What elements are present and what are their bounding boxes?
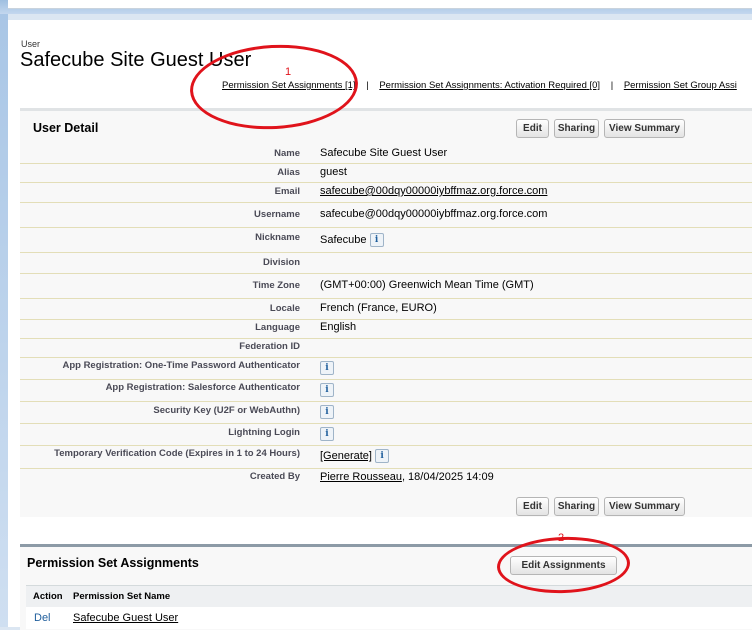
psa-title: Permission Set Assignments (27, 556, 199, 570)
created-by-link[interactable]: Pierre Rousseau (320, 471, 402, 483)
link-psa-activation-required[interactable]: Permission Set Assignments: Activation R… (379, 80, 600, 91)
field-row-otp-authenticator: App Registration: One-Time Password Auth… (20, 358, 752, 380)
field-value: guest (320, 166, 347, 178)
field-row-time-zone: Time Zone (GMT+00:00) Greenwich Mean Tim… (20, 274, 752, 299)
column-header: Permission Set Name (73, 591, 171, 602)
edit-button-bottom[interactable]: Edit (516, 497, 549, 516)
sharing-button-bottom[interactable]: Sharing (554, 497, 599, 516)
field-row-security-key: Security Key (U2F or WebAuthn) i (20, 402, 752, 424)
field-row-lightning-login: Lightning Login i (20, 424, 752, 446)
field-value: i (320, 405, 334, 419)
field-label: Security Key (U2F or WebAuthn) (153, 405, 300, 416)
field-label: Nickname (255, 232, 300, 243)
field-row-email: Email safecube@00dqy00000iybffmaz.org.fo… (20, 183, 752, 203)
sharing-button[interactable]: Sharing (554, 119, 599, 138)
edit-button[interactable]: Edit (516, 119, 549, 138)
view-summary-button[interactable]: View Summary (604, 119, 685, 138)
field-row-created-by: Created By Pierre Rousseau, 18/04/2025 1… (20, 469, 752, 489)
annotation-number-2: 2 (558, 532, 565, 544)
info-icon[interactable]: i (320, 383, 334, 397)
field-value: [Generate] i (320, 449, 390, 463)
top-bar (8, 0, 752, 9)
field-value: French (France, EURO) (320, 302, 437, 314)
field-value: Safecube Site Guest User (320, 147, 448, 159)
field-value: (GMT+00:00) Greenwich Mean Time (GMT) (320, 279, 534, 291)
email-link[interactable]: safecube@00dqy00000iybffmaz.org.force.co… (320, 185, 547, 197)
info-icon[interactable]: i (369, 233, 384, 247)
table-row: Del Safecube Guest User (26, 607, 752, 629)
field-value: Safecube i (320, 233, 384, 247)
info-icon[interactable]: i (375, 449, 390, 463)
field-label: Name (274, 148, 300, 159)
side-background (0, 14, 8, 627)
info-icon[interactable]: i (320, 427, 334, 441)
field-value: i (320, 427, 334, 441)
field-label: App Registration: One-Time Password Auth… (62, 360, 300, 371)
field-label: Lightning Login (228, 427, 300, 438)
field-value: Pierre Rousseau, 18/04/2025 14:09 (320, 471, 494, 483)
info-icon[interactable]: i (320, 361, 334, 375)
field-value: safecube@00dqy00000iybffmaz.org.force.co… (320, 208, 548, 220)
field-row-federation-id: Federation ID (20, 339, 752, 358)
field-row-alias: Alias guest (20, 164, 752, 183)
link-permission-set-group-assignments[interactable]: Permission Set Group Assi (624, 80, 737, 91)
field-value: safecube@00dqy00000iybffmaz.org.force.co… (320, 185, 547, 197)
permission-set-link[interactable]: Safecube Guest User (73, 612, 178, 624)
field-label: Temporary Verification Code (Expires in … (54, 448, 300, 459)
field-label: Time Zone (252, 280, 300, 291)
field-label: App Registration: Salesforce Authenticat… (105, 382, 300, 393)
permission-set-assignments-section: Permission Set Assignments Edit Assignme… (20, 544, 752, 630)
field-row-division: Division (20, 253, 752, 274)
field-row-locale: Locale French (France, EURO) (20, 299, 752, 320)
page-title: Safecube Site Guest User (20, 49, 252, 71)
edit-assignments-button[interactable]: Edit Assignments (510, 556, 617, 575)
field-row-salesforce-authenticator: App Registration: Salesforce Authenticat… (20, 380, 752, 402)
field-value: i (320, 361, 334, 375)
column-header: Action (33, 591, 63, 602)
field-label: Created By (249, 471, 300, 482)
field-label: Email (274, 186, 300, 197)
info-icon[interactable]: i (320, 405, 334, 419)
field-label: Locale (269, 303, 300, 314)
link-permission-set-assignments[interactable]: Permission Set Assignments [1] (222, 80, 356, 91)
breadcrumb: User (21, 39, 41, 49)
separator: | (366, 80, 369, 91)
field-label: Federation ID (239, 341, 300, 352)
separator: | (610, 80, 614, 91)
user-detail-section: User Detail Edit Sharing View Summary Na… (20, 108, 752, 517)
main-content: User Safecube Site Guest User Permission… (8, 20, 752, 630)
user-detail-title: User Detail (33, 121, 99, 135)
related-links: Permission Set Assignments [1] | Permiss… (222, 80, 737, 91)
field-label: Division (263, 257, 300, 268)
field-label: Language (255, 322, 300, 333)
generate-link[interactable]: [Generate] (320, 450, 372, 462)
view-summary-button-bottom[interactable]: View Summary (604, 497, 685, 516)
field-row-nickname: Nickname Safecube i (20, 228, 752, 253)
field-label: Username (254, 209, 300, 220)
annotation-number-1: 1 (285, 66, 292, 78)
del-link[interactable]: Del (34, 612, 51, 624)
field-row-language: Language English (20, 320, 752, 339)
table-header: Action Permission Set Name (26, 585, 752, 608)
field-row-username: Username safecube@00dqy00000iybffmaz.org… (20, 203, 752, 228)
field-row-name: Name Safecube Site Guest User (20, 144, 752, 164)
field-row-temporary-verification-code: Temporary Verification Code (Expires in … (20, 446, 752, 469)
field-label: Alias (277, 167, 300, 178)
field-value: i (320, 383, 334, 397)
field-value: English (320, 321, 357, 333)
